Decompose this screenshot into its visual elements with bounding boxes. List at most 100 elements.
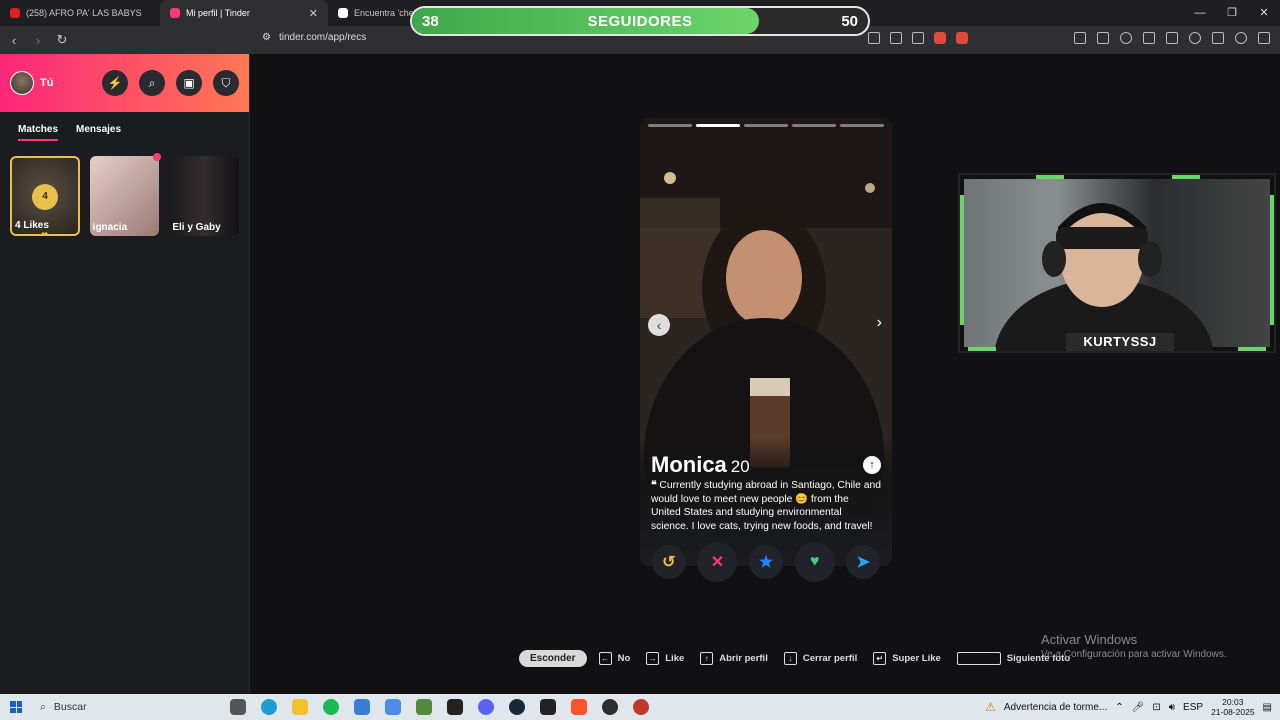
forward-icon[interactable]: › <box>28 33 48 48</box>
chevron-up-icon[interactable]: ⌃ <box>1115 702 1123 713</box>
edge-icon[interactable] <box>261 699 277 715</box>
photos-icon[interactable] <box>385 699 401 715</box>
profile-icon[interactable] <box>1235 32 1247 44</box>
watermark-title: Activar Windows <box>1041 632 1138 647</box>
wallet-icon[interactable] <box>1166 32 1178 44</box>
url-field[interactable]: ⚙ tinder.com/app/recs <box>262 32 366 43</box>
clock-time: 20:03 <box>1222 697 1244 707</box>
volume-icon[interactable]: 🔊︎ <box>1169 702 1175 713</box>
cast-icon[interactable] <box>890 32 902 44</box>
windows-start-icon[interactable] <box>10 701 22 713</box>
hide-shortcuts-button[interactable]: Esconder <box>519 650 587 667</box>
photo-indicator-segment[interactable] <box>840 124 884 127</box>
nope-icon: ✕ <box>710 554 725 571</box>
tab-messages[interactable]: Mensajes <box>76 124 121 141</box>
vpn-icon[interactable] <box>1212 32 1224 44</box>
obs-icon[interactable] <box>540 699 556 715</box>
tab-label: (258) AFRO PA' LAS BABYS <box>26 8 142 18</box>
location-icon[interactable] <box>868 32 880 44</box>
explore-icon[interactable]: ⌕ <box>139 70 165 96</box>
profile-card[interactable]: ‹ › Monica 20 ↑ ❝ Currently studying abro… <box>640 118 892 566</box>
store-icon[interactable] <box>354 699 370 715</box>
tab-youtube[interactable]: (258) AFRO PA' LAS BABYS <box>0 0 160 26</box>
user-label[interactable]: Tú <box>40 77 53 89</box>
frame-accent-left <box>960 195 964 325</box>
avatar[interactable] <box>10 71 34 95</box>
epic-games-icon[interactable] <box>447 699 463 715</box>
sidebar-icon[interactable] <box>1143 32 1155 44</box>
like-button[interactable]: ♥ <box>794 542 835 582</box>
microphone-icon[interactable]: 🎤︎ <box>1132 702 1145 713</box>
nope-button[interactable]: ✕ <box>697 542 738 582</box>
share-icon[interactable] <box>912 32 924 44</box>
brave-shield-icon[interactable] <box>934 32 946 44</box>
followers-label: SEGUIDORES <box>587 13 693 30</box>
clock[interactable]: 20:03 21-08-2025 <box>1211 697 1254 717</box>
brave-rewards-icon[interactable] <box>956 32 968 44</box>
taskbar-search[interactable]: ⌕ Buscar <box>40 701 210 714</box>
file-explorer-icon[interactable] <box>292 699 308 715</box>
boost-icon[interactable]: ⚡ <box>102 70 128 96</box>
app-icon[interactable] <box>602 699 618 715</box>
shortcut-label: Super Like <box>892 653 941 664</box>
frame-accent-bottom <box>968 347 996 351</box>
age-text: 20 <box>730 457 750 476</box>
photo-indicator-segment[interactable] <box>696 124 740 127</box>
photo-indicator-segment[interactable] <box>744 124 788 127</box>
weather-text[interactable]: Advertencia de torme... <box>1004 702 1107 713</box>
webcam-feed <box>964 179 1270 439</box>
rewind-button[interactable]: ↺ <box>651 545 686 579</box>
streamer-figure <box>994 203 1214 439</box>
weather-warning-icon[interactable]: ⚠ <box>985 700 996 714</box>
screenshot-icon[interactable] <box>1097 32 1109 44</box>
restore-icon[interactable]: ❐ <box>1216 0 1248 26</box>
network-icon[interactable]: ⊡ <box>1152 702 1160 713</box>
tinder-icon <box>170 8 180 18</box>
open-profile-icon[interactable]: ↑ <box>863 456 881 474</box>
language-indicator[interactable]: ESP <box>1183 702 1203 713</box>
next-photo-icon[interactable]: › <box>877 314 882 332</box>
extensions-icon[interactable] <box>1074 32 1086 44</box>
close-window-icon[interactable]: ✕ <box>1248 0 1280 26</box>
window-controls: — ❐ ✕ <box>1184 0 1280 26</box>
tab-matches[interactable]: Matches <box>18 124 59 141</box>
space-key-icon <box>956 652 1001 665</box>
brave-icon[interactable] <box>571 699 587 715</box>
minimize-icon[interactable]: — <box>1184 0 1216 26</box>
app-icon[interactable] <box>633 699 649 715</box>
previous-photo-icon[interactable]: ‹ <box>648 314 670 336</box>
spotify-icon[interactable] <box>323 699 339 715</box>
super-like-button[interactable]: ★ <box>748 545 783 579</box>
discord-icon[interactable] <box>478 699 494 715</box>
photo-indicator-segment[interactable] <box>792 124 836 127</box>
photo-indicator-segment[interactable] <box>648 124 692 127</box>
menu-icon[interactable] <box>1258 32 1270 44</box>
enter-key-icon: ↵ <box>873 652 887 665</box>
likes-card[interactable]: 4 4 Likes ♥ <box>10 156 80 236</box>
match-card[interactable]: Eli y Gaby <box>169 156 239 236</box>
tab-tiktok[interactable]: Encuentra 'cheba <box>328 0 418 26</box>
close-tab-icon[interactable]: ✕ <box>309 7 318 20</box>
task-view-icon[interactable] <box>230 699 246 715</box>
arrow-left-key-icon: ← <box>598 652 612 665</box>
leo-icon[interactable] <box>1189 32 1201 44</box>
star-icon: ★ <box>758 554 774 571</box>
media-icon[interactable] <box>1120 32 1132 44</box>
profile-name: Monica 20 <box>651 452 750 478</box>
watermark-subtitle: Ve a Configuración para activar Windows. <box>1041 649 1227 660</box>
reload-icon[interactable]: ↻ <box>52 32 72 48</box>
notifications-icon[interactable]: ▤ <box>1263 702 1272 713</box>
activation-watermark: Activar Windows Ve a Configuración para … <box>1041 632 1227 660</box>
tab-tinder[interactable]: Mi perfil | Tinder ✕ <box>160 0 328 26</box>
shield-icon[interactable]: ⛉ <box>213 70 239 96</box>
minecraft-icon[interactable] <box>416 699 432 715</box>
match-card[interactable]: ignacia <box>89 153 162 236</box>
steam-icon[interactable] <box>509 699 525 715</box>
arrow-right-key-icon: → <box>646 652 660 665</box>
back-icon[interactable]: ‹ <box>4 33 24 48</box>
boost-button[interactable]: ➤ <box>846 545 881 579</box>
heart-icon: ♥ <box>809 553 820 570</box>
briefcase-icon[interactable]: ▣ <box>176 70 202 96</box>
site-info-icon[interactable]: ⚙ <box>262 32 271 43</box>
streamer-name: KURTYSSJ <box>1066 333 1174 351</box>
